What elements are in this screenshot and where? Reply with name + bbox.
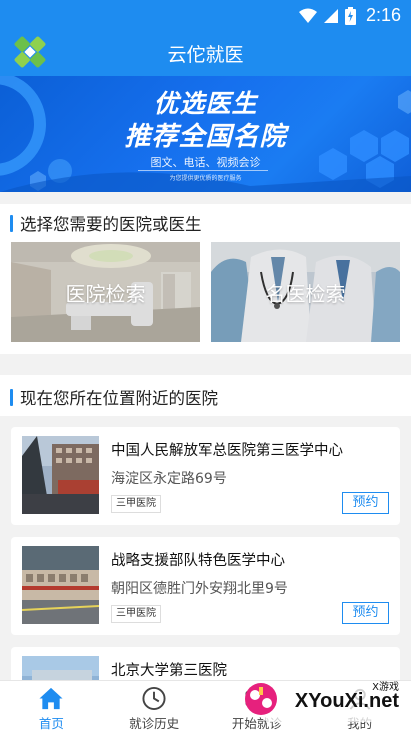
- banner-subtitle: 图文、电话、视频会诊: [150, 156, 261, 169]
- hospital-name: 北京大学第三医院: [111, 663, 227, 679]
- hospital-thumbnail: [22, 436, 99, 514]
- hospital-name: 中国人民解放军总医院第三医学中心: [111, 443, 343, 459]
- promo-banner[interactable]: 优选医生 推荐全国名院 图文、电话、视频会诊 为您提供更优质的医疗服务: [0, 76, 411, 192]
- book-button[interactable]: 预约: [342, 492, 389, 514]
- signal-icon: [323, 8, 338, 23]
- section-marker: [10, 388, 13, 406]
- clock-icon: [142, 686, 166, 711]
- tab-label: 就诊历史: [129, 716, 180, 731]
- hospital-card[interactable]: 中国人民解放军总医院第三医学中心 海淀区永定路69号 三甲医院 预约: [11, 427, 400, 525]
- banner-divider: [138, 170, 268, 171]
- status-bar: 2:16: [0, 0, 411, 30]
- section-title-nearby: 现在您所在位置附近的医院: [10, 387, 218, 408]
- banner-headline-1: 优选医生: [153, 89, 258, 118]
- tab-home[interactable]: 首页: [0, 681, 103, 732]
- tab-label: 首页: [38, 716, 64, 731]
- hospital-address: 朝阳区德胜门外安翔北里9号: [111, 581, 288, 597]
- section-title-text: 选择您需要的医院或医生: [20, 215, 202, 234]
- status-time: 2:16: [365, 5, 401, 25]
- wifi-icon: [298, 8, 317, 23]
- hospital-card[interactable]: 战略支援部队特色医学中心 朝阳区德胜门外安翔北里9号 三甲医院 预约: [11, 537, 400, 635]
- hospital-thumbnail: [22, 546, 99, 624]
- book-button[interactable]: 预约: [342, 602, 389, 624]
- doctor-search-tile[interactable]: 名医检索: [211, 242, 400, 342]
- hospital-address: 海淀区永定路69号: [111, 471, 227, 487]
- hospital-search-tile[interactable]: 医院检索: [11, 242, 200, 342]
- tab-history[interactable]: 就诊历史: [103, 681, 206, 732]
- section-title-text: 现在您所在位置附近的医院: [20, 389, 218, 408]
- doctor-search-label: 名医检索: [265, 282, 346, 306]
- home-icon: [39, 687, 63, 710]
- hospital-name: 战略支援部队特色医学中心: [111, 553, 285, 569]
- watermark: X游戏 XYouXi.net: [243, 676, 403, 726]
- hospital-search-label: 医院检索: [65, 282, 146, 306]
- section-title-select: 选择您需要的医院或医生: [10, 213, 202, 234]
- app-bar: 云佗就医: [0, 30, 411, 76]
- banner-headline-2: 推荐全国名院: [124, 122, 287, 152]
- banner-tagline: 为您提供更优质的医疗服务: [169, 175, 242, 182]
- hospital-grade-badge: 三甲医院: [111, 495, 161, 513]
- watermark-text: XYouXi.net: [294, 690, 399, 712]
- watermark-logo-icon: [245, 683, 277, 715]
- battery-icon: [344, 6, 356, 25]
- status-icons: 2:16: [298, 5, 401, 26]
- section-marker: [10, 214, 13, 232]
- page-title: 云佗就医: [167, 44, 244, 66]
- hospital-grade-badge: 三甲医院: [111, 605, 161, 623]
- nearby-section-header: 现在您所在位置附近的医院: [0, 375, 411, 416]
